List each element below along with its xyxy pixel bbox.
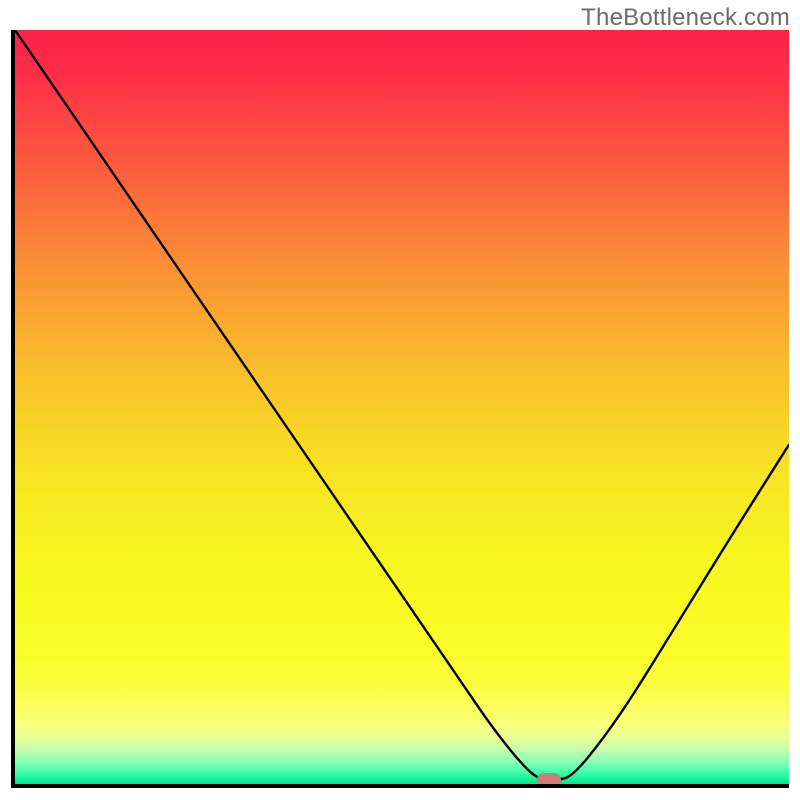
optimal-point-marker bbox=[537, 773, 561, 787]
bottleneck-curve bbox=[15, 30, 789, 784]
watermark-text: TheBottleneck.com bbox=[581, 4, 790, 32]
plot-area bbox=[11, 30, 789, 788]
chart-container: TheBottleneck.com bbox=[0, 0, 800, 800]
